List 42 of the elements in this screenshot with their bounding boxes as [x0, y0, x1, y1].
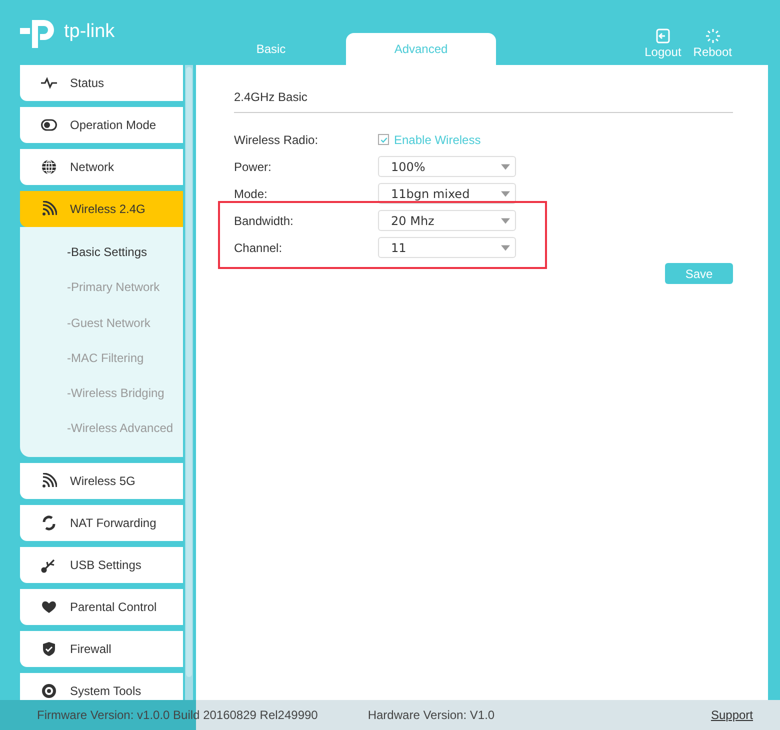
shield-icon — [41, 640, 57, 657]
globe-icon — [41, 159, 57, 175]
caret-icon — [501, 244, 510, 250]
spinner-icon — [704, 28, 721, 44]
logout-icon — [654, 28, 671, 44]
sidebar-item[interactable]: Wireless 5G — [20, 462, 183, 499]
field-label: Mode: — [234, 186, 268, 200]
field-label: Power: — [234, 160, 272, 174]
sidebar-item[interactable]: NAT Forwarding — [20, 504, 183, 541]
pulse-icon — [41, 75, 57, 91]
submenu-item[interactable]: -Basic Settings — [20, 235, 183, 270]
caret-icon — [501, 164, 510, 170]
scrollbar[interactable] — [185, 65, 193, 700]
field-label: Bandwidth: — [234, 214, 294, 228]
wifi-icon — [41, 201, 57, 217]
sidebar-item[interactable]: Wireless 2.4G — [20, 191, 183, 227]
caret-icon — [501, 190, 510, 196]
cycle-icon — [41, 514, 57, 531]
heart-icon — [41, 598, 57, 615]
sidebar-item[interactable]: Operation Mode — [20, 107, 183, 143]
sidebar-item[interactable]: System Tools — [20, 672, 183, 700]
checkmark-icon — [380, 136, 388, 144]
usb-icon — [41, 556, 57, 573]
support-link[interactable]: Support — [710, 708, 753, 722]
gear-icon — [41, 682, 57, 699]
sidebar-item[interactable]: USB Settings — [20, 546, 183, 583]
dropdown[interactable]: 11 — [378, 237, 516, 258]
dropdown[interactable]: 11bgn mixed — [378, 183, 516, 204]
caret-icon — [501, 218, 510, 224]
field-label: Wireless Radio: — [234, 132, 320, 146]
dropdown[interactable]: 100% — [378, 156, 516, 177]
sidebar-item[interactable]: Network — [20, 149, 183, 185]
field-label: Channel: — [234, 240, 284, 254]
section-title: 2.4GHz Basic — [234, 90, 733, 113]
sidebar-item[interactable]: Firewall — [20, 630, 183, 667]
toggle-icon — [41, 117, 57, 133]
dropdown[interactable]: 20 Mhz — [378, 210, 516, 231]
sidebar-item[interactable]: Parental Control — [20, 588, 183, 625]
wifi-icon — [41, 472, 57, 489]
logo-text: tp-link — [64, 21, 115, 43]
hardware-version: Hardware Version: V1.0 — [368, 708, 495, 722]
sidebar-item[interactable]: Status — [20, 65, 183, 101]
